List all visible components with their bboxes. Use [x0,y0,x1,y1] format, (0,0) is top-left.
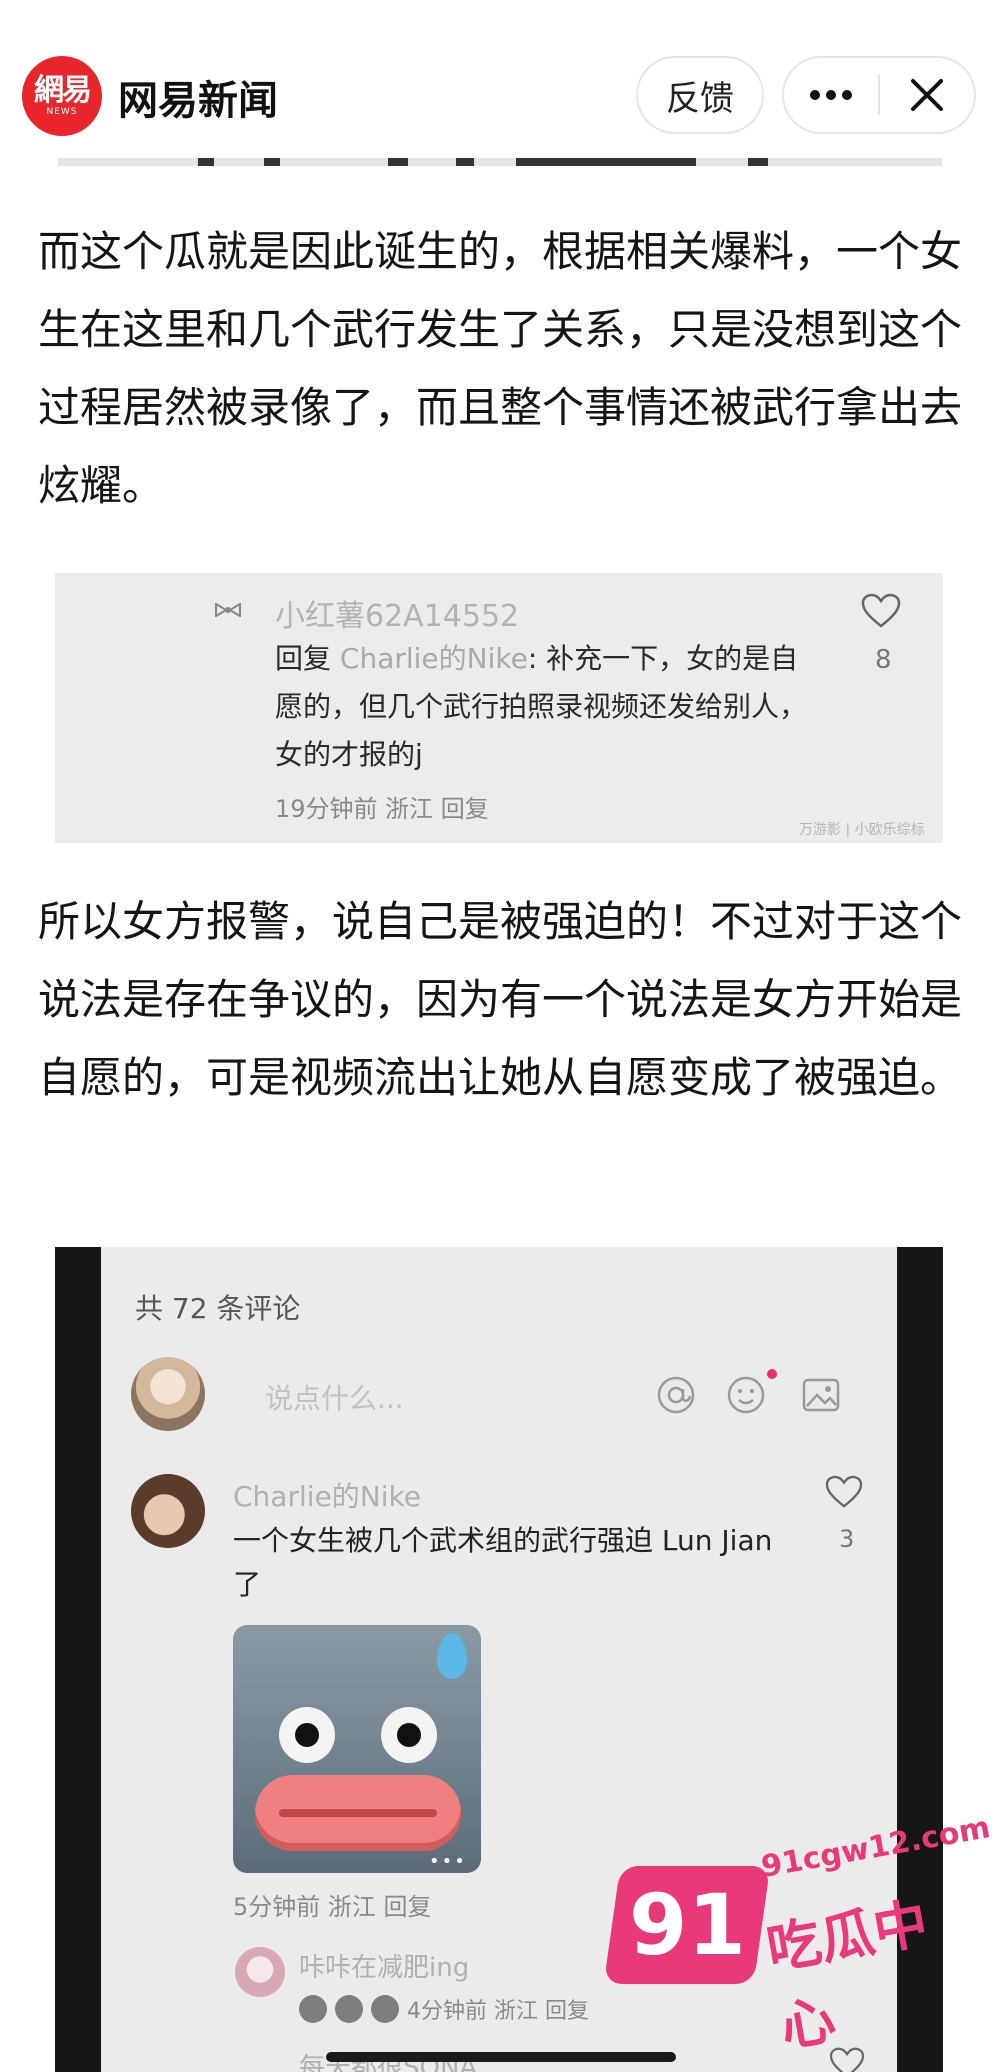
sticker-thumbnail [371,1995,399,2023]
previous-image-edge [58,158,942,166]
sticker-thumbnail [335,1995,363,2023]
watermark-name: 吃瓜中心 [762,1891,933,2060]
close-icon[interactable] [880,58,974,132]
heart-icon [861,593,901,628]
sticker-eye [279,1707,335,1763]
notification-dot [767,1369,777,1379]
app-header: 網易 NEWS 网易新闻 反馈 [0,0,1000,150]
logo-text: 網易 [34,73,92,108]
reply-mention: Charlie的Nike [339,642,528,675]
sticker-lips [255,1775,461,1851]
emoji-icon [727,1376,765,1414]
comment-body: 一个女生被几个武术组的武行强迫 Lun Jian 了 [233,1524,773,1601]
comment-meta: 19分钟前 浙江 回复 [275,795,489,823]
comment-count: 共 72 条评论 [135,1292,301,1325]
watermark-badge-text: 91 [628,1876,746,1974]
sticker-eye [381,1707,437,1763]
comment-input-placeholder: 说点什么... [265,1382,404,1415]
comment-username: 小红薯62A14552 [275,599,520,634]
reply-prefix: 回复 [275,642,340,675]
comment-username: Charlie的Nike [233,1480,421,1513]
image-watermark: 万游影 | 小欧乐综标 [799,822,925,838]
comment-meta: 5分钟前 浙江 回复 [233,1893,432,1921]
avatar [131,1474,205,1548]
image-icon [802,1378,840,1412]
article-paragraph: 所以女方报警，说自己是被强迫的！不过对于这个说法是存在争议的，因为有一个说法是女… [38,897,963,1102]
sticker-image: ••• [233,1625,481,1873]
watermark-badge: 91 [603,1866,771,1984]
article-paragraph: 而这个瓜就是因此诞生的，根据相关爆料，一个女生在这里和几个武行发生了关系，只是没… [38,227,963,510]
avatar [235,1947,285,1997]
avatar [131,1357,205,1431]
site-watermark: 91 91cgw12.com 吃瓜中心 [603,1810,993,2059]
netease-logo[interactable]: 網易 NEWS [22,56,102,136]
bow-tie-icon [215,603,241,617]
at-mention-icon [657,1376,695,1414]
sticker-more-dots: ••• [429,1851,467,1872]
reply-username: 咔咔在减肥ing [299,1953,470,1983]
embedded-screenshot-reply: 小红薯62A14552 回复 Charlie的Nike: 补充一下，女的是自愿的… [55,573,943,843]
app-title: 网易新闻 [118,78,278,124]
more-dots-icon[interactable] [784,58,878,132]
like-count: 3 [839,1525,855,1553]
sweat-drop [437,1633,467,1679]
comment-body: 回复 Charlie的Nike: 补充一下，女的是自愿的，但几个武行拍照录视频还… [275,635,815,779]
logo-subtext: NEWS [46,107,78,117]
heart-icon [825,1475,863,1508]
capsule-menu [782,56,976,134]
sticker-thumbnail [299,1995,327,2023]
like-count: 8 [875,645,892,675]
reply-meta: 4分钟前 浙江 回复 [407,1999,589,2024]
reply-meta-row: 4分钟前 浙江 回复 [299,1993,589,2025]
feedback-button[interactable]: 反馈 [636,56,764,134]
home-indicator[interactable] [326,2052,676,2062]
